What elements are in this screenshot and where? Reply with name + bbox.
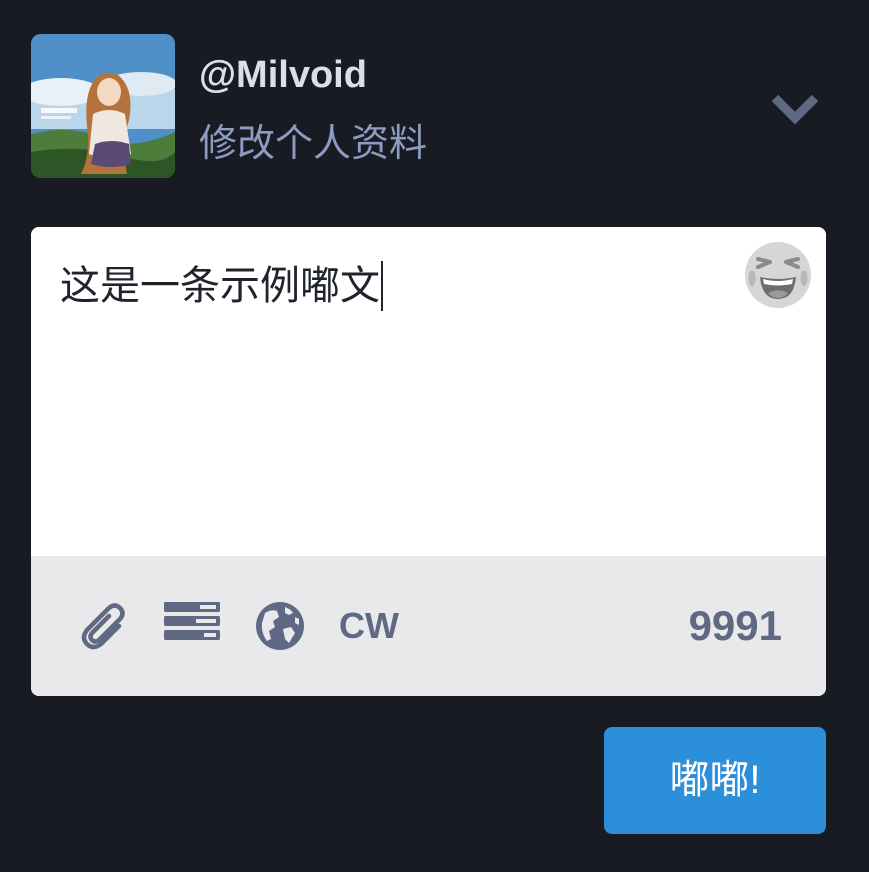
compose-toolbar: CW 9991 [31, 556, 826, 696]
compose-text: 这是一条示例嘟文 [60, 264, 380, 308]
text-caret [381, 261, 383, 311]
laughing-face-icon[interactable] [744, 241, 812, 309]
account-header: @Milvoid 修改个人资料 [31, 34, 831, 178]
compose-panel: @Milvoid 修改个人资料 这是一条示例嘟文 CW 9991 嘟嘟! [0, 0, 869, 872]
publish-button[interactable]: 嘟嘟! [604, 727, 826, 834]
poll-list-icon[interactable] [164, 602, 220, 646]
paperclip-icon[interactable] [79, 600, 131, 652]
compose-form: 这是一条示例嘟文 CW 9991 [31, 227, 826, 696]
account-handle: @Milvoid [199, 54, 367, 96]
compose-textarea[interactable]: 这是一条示例嘟文 [31, 227, 826, 556]
chevron-down-icon[interactable] [769, 92, 821, 128]
avatar[interactable] [31, 34, 175, 178]
content-warning-button[interactable]: CW [339, 606, 399, 646]
globe-icon[interactable] [255, 601, 305, 651]
edit-profile-link[interactable]: 修改个人资料 [199, 112, 427, 167]
character-counter: 9991 [688, 602, 782, 649]
